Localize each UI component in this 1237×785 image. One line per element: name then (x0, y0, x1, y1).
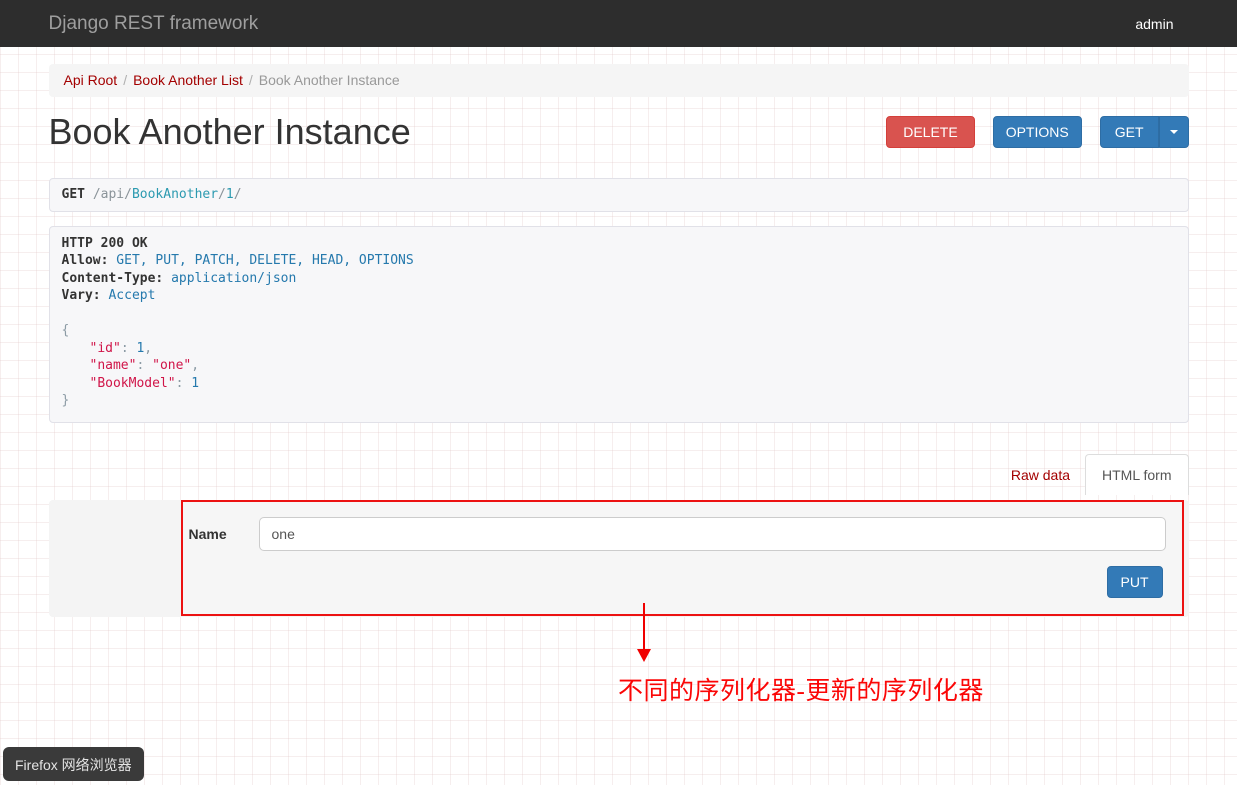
request-info: GET /api/BookAnother/1/ (48, 178, 1189, 212)
annotation-text: 不同的序列化器-更新的序列化器 (618, 678, 984, 705)
page-header: Book Another Instance DELETE OPTIONS GET (49, 111, 1189, 153)
annotation-highlight-rect: Name PUT (180, 499, 1184, 616)
navbar-brand[interactable]: Django REST framework (49, 13, 259, 35)
header-actions: DELETE OPTIONS GET (886, 116, 1189, 148)
get-dropdown-toggle[interactable] (1158, 116, 1189, 148)
annotation-arrow-head (637, 649, 651, 662)
request-path: /api/ (92, 187, 132, 202)
get-button-group: GET (1099, 116, 1189, 148)
response-header-allow: Allow: GET, PUT, PATCH, DELETE, HEAD, OP… (61, 253, 414, 268)
breadcrumb-api-root[interactable]: Api Root (64, 72, 118, 88)
page-title: Book Another Instance (48, 111, 411, 152)
breadcrumb-book-another-list[interactable]: Book Another List (133, 72, 243, 88)
json-close-brace: } (61, 393, 70, 408)
json-open-brace: { (61, 323, 70, 338)
navbar-user-link[interactable]: admin (1135, 16, 1173, 32)
html-form-panel: Name PUT (48, 499, 1189, 617)
breadcrumb-separator: / (248, 72, 253, 88)
name-field-label: Name (188, 525, 227, 542)
put-button[interactable]: PUT (1106, 565, 1163, 598)
form-actions: PUT (1106, 565, 1163, 598)
breadcrumb: Api Root / Book Another List / Book Another … (48, 64, 1189, 97)
delete-button[interactable]: DELETE (886, 116, 975, 148)
json-field-id: "id": 1, (89, 340, 153, 356)
breadcrumb-separator: / (123, 72, 128, 88)
json-field-name: "name": "one", (89, 358, 200, 373)
form-tabs: Raw data HTML form (49, 453, 1189, 495)
response-status-line: HTTP 200 OK (61, 235, 148, 251)
get-button[interactable]: GET (1099, 116, 1159, 148)
response-header-vary: Vary: Accept (61, 288, 156, 303)
tab-raw-data[interactable]: Raw data (996, 455, 1085, 495)
breadcrumb-current: Book Another Instance (258, 72, 400, 88)
name-field-row: Name (188, 516, 1182, 551)
response-panel: HTTP 200 OK Allow: GET, PUT, PATCH, DELE… (48, 225, 1189, 423)
tab-html-form[interactable]: HTML form (1085, 453, 1189, 495)
options-button[interactable]: OPTIONS (992, 116, 1082, 148)
name-input[interactable] (258, 516, 1166, 551)
firefox-taskbar-tooltip: Firefox 网络浏览器 (3, 747, 144, 781)
json-field-bookmodel: "BookModel": 1 (89, 375, 200, 391)
chevron-down-icon (1169, 130, 1178, 134)
annotation-arrow-stem (643, 603, 645, 650)
request-id: 1 (225, 187, 234, 202)
response-header-content-type: Content-Type: application/json (61, 270, 297, 286)
navbar: Django REST framework admin (0, 0, 1237, 47)
request-method: GET (61, 187, 85, 202)
request-resource: BookAnother (131, 187, 219, 202)
